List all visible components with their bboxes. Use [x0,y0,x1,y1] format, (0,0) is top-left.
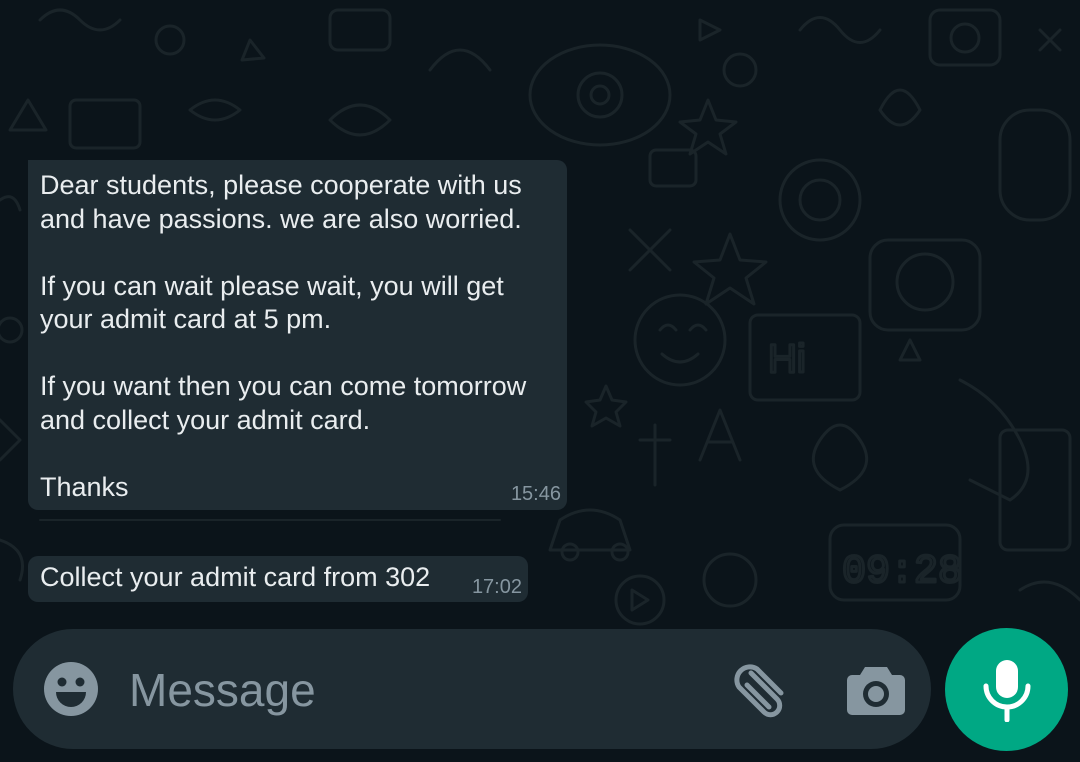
message-composer[interactable]: Message [13,629,931,749]
microphone-icon [983,660,1031,722]
microphone-button[interactable] [945,628,1068,751]
message-timestamp: 17:02 [471,576,522,598]
message-input[interactable]: Message [129,663,316,717]
wallpaper-clock-text: 09:28 [842,550,962,595]
incoming-message-bubble[interactable]: Dear students, please cooperate with us … [28,160,567,510]
paperclip-icon[interactable] [731,659,791,719]
camera-icon[interactable] [847,661,905,717]
wallpaper-hi-text: Hi [768,337,806,381]
incoming-message-bubble[interactable]: Collect your admit card from 302 17:02 [28,556,528,602]
message-timestamp: 15:46 [510,483,561,505]
emoji-icon[interactable] [43,661,99,717]
message-text: Collect your admit card from 302 [40,562,431,592]
chat-area: Hi 09:28 Dear students, please cooperate… [0,0,1080,762]
message-text: Dear students, please cooperate with us … [40,170,527,502]
